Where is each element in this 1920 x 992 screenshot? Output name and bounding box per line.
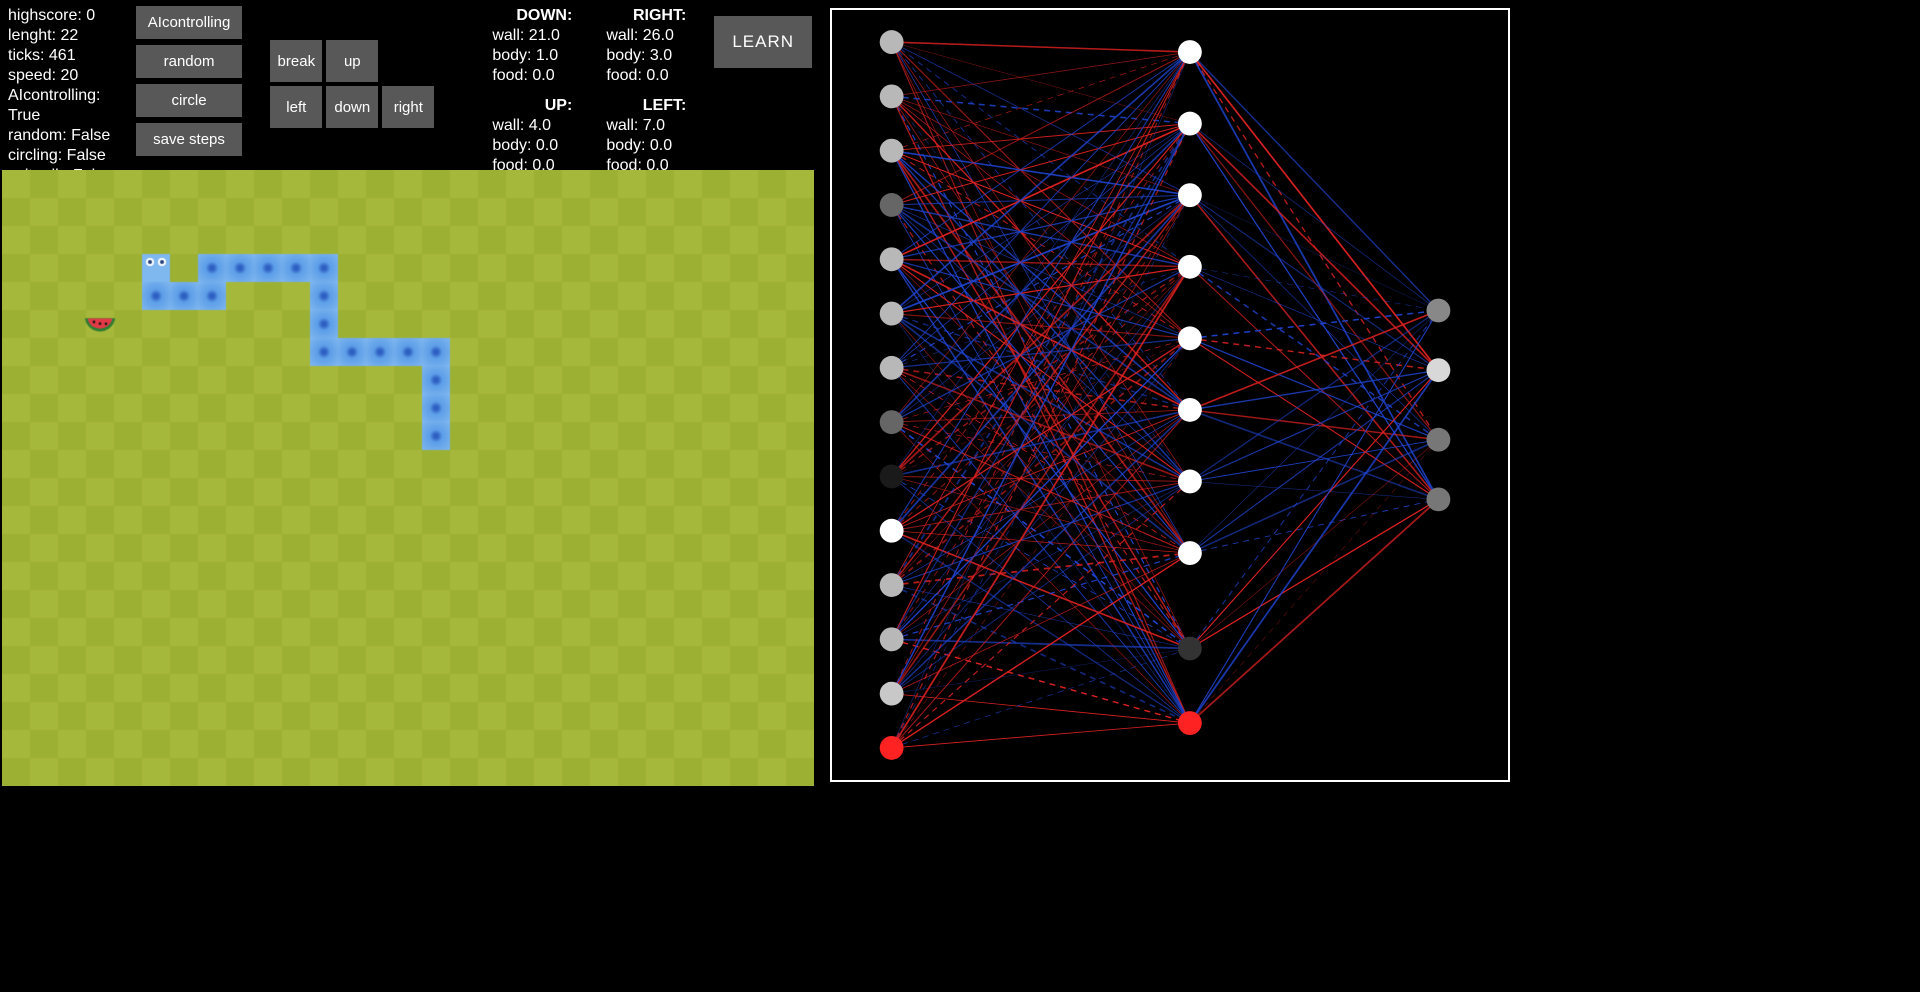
sensor-left-wall: wall: 7.0	[606, 116, 696, 136]
stats-panel: highscore: 0 lenght: 22 ticks: 461 speed…	[8, 6, 126, 166]
dpad: break up left down right	[270, 40, 434, 166]
sensor-up-title: UP:	[492, 96, 582, 116]
sensor-readout: DOWN: wall: 21.0 body: 1.0 food: 0.0 UP:…	[492, 6, 696, 166]
stat-speed: speed: 20	[8, 66, 126, 86]
stat-aicontrolling: AIcontrolling: True	[8, 86, 126, 126]
savesteps-button[interactable]: save steps	[136, 123, 243, 156]
sensor-right-body: body: 3.0	[606, 46, 696, 66]
stat-ticks: ticks: 461	[8, 46, 126, 66]
sensor-down-title: DOWN:	[492, 6, 582, 26]
circle-button[interactable]: circle	[136, 84, 243, 117]
neural-network-viz	[830, 8, 1510, 782]
sensor-up-body: body: 0.0	[492, 136, 582, 156]
stat-length: lenght: 22	[8, 26, 126, 46]
sensor-right-title: RIGHT:	[606, 6, 696, 26]
random-button[interactable]: random	[136, 45, 243, 78]
sensor-left-title: LEFT:	[606, 96, 696, 116]
stat-highscore: highscore: 0	[8, 6, 126, 26]
mode-buttons: AIcontrolling random circle save steps	[136, 6, 243, 166]
left-button[interactable]: left	[270, 86, 322, 128]
down-button[interactable]: down	[326, 86, 378, 128]
sensor-down-body: body: 1.0	[492, 46, 582, 66]
stat-random: random: False	[8, 126, 126, 146]
break-button[interactable]: break	[270, 40, 322, 82]
up-button[interactable]: up	[326, 40, 378, 82]
sensor-up-wall: wall: 4.0	[492, 116, 582, 136]
game-board[interactable]	[2, 170, 814, 786]
stat-circling: circling: False	[8, 146, 126, 166]
right-button[interactable]: right	[382, 86, 434, 128]
sensor-left-body: body: 0.0	[606, 136, 696, 156]
top-controls: highscore: 0 lenght: 22 ticks: 461 speed…	[0, 0, 820, 170]
learn-button[interactable]: LEARN	[714, 16, 812, 68]
sensor-down-wall: wall: 21.0	[492, 26, 582, 46]
nn-svg	[832, 10, 1508, 780]
sensor-right-food: food: 0.0	[606, 66, 696, 86]
sensor-down-food: food: 0.0	[492, 66, 582, 86]
sensor-right-wall: wall: 26.0	[606, 26, 696, 46]
aicontrolling-button[interactable]: AIcontrolling	[136, 6, 243, 39]
